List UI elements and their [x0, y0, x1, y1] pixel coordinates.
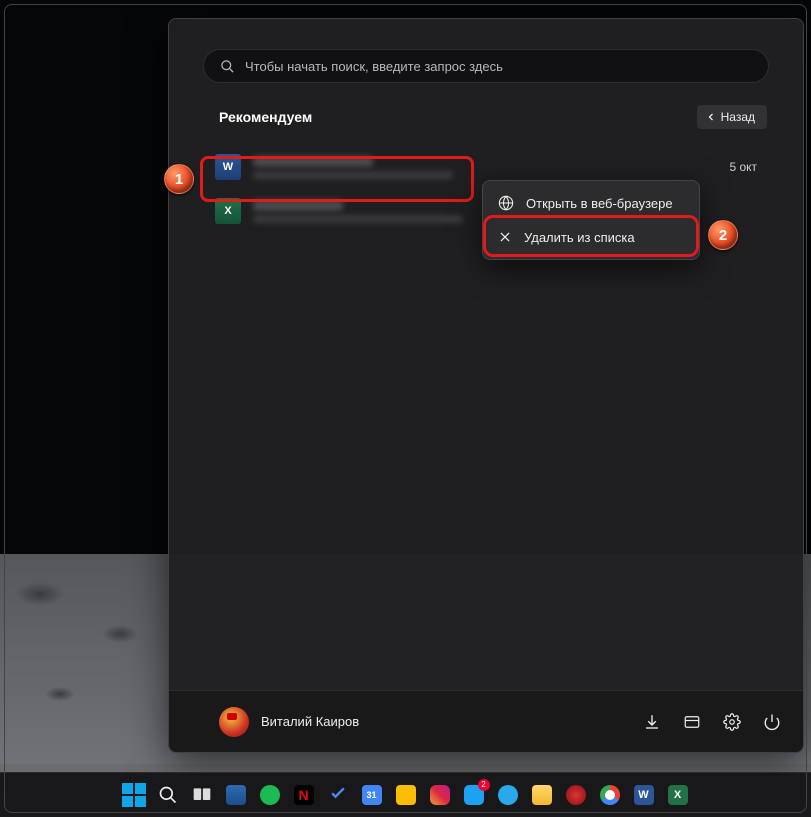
taskbar-chrome-icon[interactable] [596, 781, 624, 809]
recommended-header: Рекомендуем Назад [169, 83, 803, 139]
downloads-icon[interactable] [643, 713, 661, 731]
file-date: 5 окт [729, 160, 757, 174]
excel-file-icon: X [215, 198, 241, 224]
taskbar-twitter-icon[interactable]: 2 [460, 781, 488, 809]
context-menu: Открыть в веб-браузере Удалить из списка [482, 180, 700, 260]
taskbar: N 31 2 W X [0, 772, 811, 817]
globe-icon [498, 195, 514, 211]
chevron-left-icon [705, 111, 717, 123]
taskbar-instagram-icon[interactable] [426, 781, 454, 809]
taskbar-calendar-icon[interactable]: 31 [358, 781, 386, 809]
ctx-open-browser-label: Открыть в веб-браузере [526, 196, 673, 211]
taskbar-calculator-icon[interactable] [222, 781, 250, 809]
footer-icons [643, 713, 781, 731]
task-view-icon[interactable] [188, 781, 216, 809]
search-row: Чтобы начать поиск, введите запрос здесь [169, 19, 803, 83]
taskbar-word-icon[interactable]: W [630, 781, 658, 809]
ctx-remove-label: Удалить из списка [524, 230, 635, 245]
taskbar-keep-icon[interactable] [392, 781, 420, 809]
start-menu-footer: Виталий Каиров [169, 690, 803, 752]
user-avatar[interactable] [219, 707, 249, 737]
notification-badge: 2 [478, 779, 490, 791]
taskbar-app-red-icon[interactable] [562, 781, 590, 809]
start-button[interactable] [120, 781, 148, 809]
search-placeholder: Чтобы начать поиск, введите запрос здесь [245, 59, 503, 74]
taskbar-netflix-icon[interactable]: N [290, 781, 318, 809]
search-input[interactable]: Чтобы начать поиск, введите запрос здесь [203, 49, 769, 83]
taskbar-explorer-icon[interactable] [528, 781, 556, 809]
back-label: Назад [721, 110, 755, 124]
taskbar-telegram-icon[interactable] [494, 781, 522, 809]
power-icon[interactable] [763, 713, 781, 731]
back-button[interactable]: Назад [697, 105, 767, 129]
taskbar-search-icon[interactable] [154, 781, 182, 809]
taskbar-excel-icon[interactable]: X [664, 781, 692, 809]
file-name-blurred [253, 156, 709, 179]
taskbar-todo-icon[interactable] [324, 781, 352, 809]
start-menu-panel: Чтобы начать поиск, введите запрос здесь… [168, 18, 804, 753]
annotation-badge-1: 1 [164, 164, 194, 194]
close-icon [498, 230, 512, 244]
annotation-badge-2: 2 [708, 220, 738, 250]
desktop: Чтобы начать поиск, введите запрос здесь… [0, 0, 811, 817]
word-file-icon: W [215, 154, 241, 180]
user-name-label[interactable]: Виталий Каиров [261, 714, 643, 729]
taskbar-spotify-icon[interactable] [256, 781, 284, 809]
ctx-remove[interactable]: Удалить из списка [488, 220, 694, 254]
documents-icon[interactable] [683, 713, 701, 731]
recommended-title: Рекомендуем [219, 109, 312, 125]
ctx-open-browser[interactable]: Открыть в веб-браузере [488, 186, 694, 220]
search-icon [220, 59, 235, 74]
settings-icon[interactable] [723, 713, 741, 731]
